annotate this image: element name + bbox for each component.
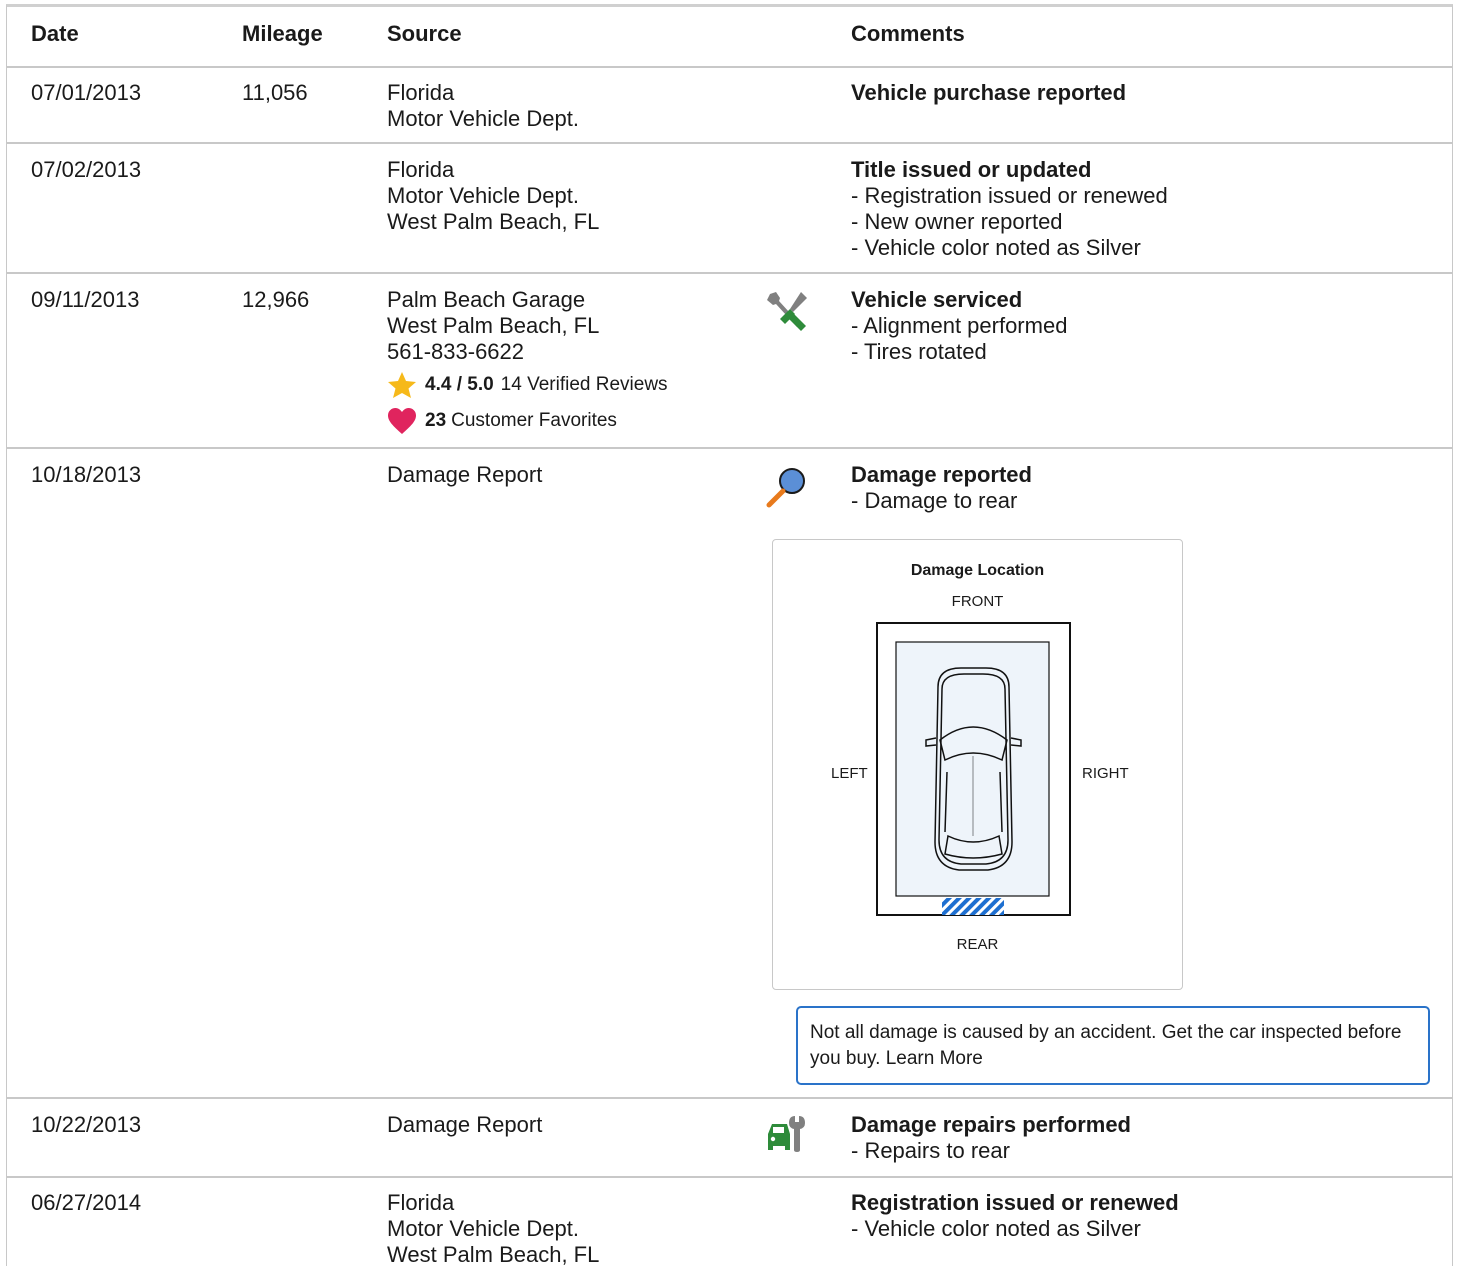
- row-date: 09/11/2013: [31, 287, 140, 312]
- favorites-count: 23: [425, 410, 447, 431]
- favorites-label: Customer Favorites: [451, 410, 617, 431]
- source-line: Damage Report: [387, 462, 543, 487]
- row-source: Florida Motor Vehicle Dept.: [387, 80, 579, 132]
- table-row: 06/27/2014 Florida Motor Vehicle Dept. W…: [7, 1178, 1452, 1278]
- wrench-screwdriver-icon: [765, 290, 809, 340]
- damage-rear-area: [942, 898, 1004, 915]
- row-mileage: 12,966: [242, 287, 310, 312]
- row-comments: Registration issued or renewed - Vehicle…: [851, 1190, 1179, 1242]
- damage-location-diagram: Damage Location FRONT REAR LEFT RIGHT: [772, 539, 1183, 990]
- row-source: Florida Motor Vehicle Dept. West Palm Be…: [387, 157, 599, 235]
- row-comments: Title issued or updated - Registration i…: [851, 157, 1168, 261]
- comment-title: Title issued or updated: [851, 157, 1092, 182]
- favorites-line[interactable]: 23 Customer Favorites: [387, 407, 668, 435]
- source-line: Florida: [387, 1190, 455, 1215]
- comment-item: - Registration issued or renewed: [851, 183, 1168, 208]
- car-repair-icon: [765, 1114, 809, 1160]
- comment-item: - Tires rotated: [851, 339, 987, 364]
- source-line: Damage Report: [387, 1112, 543, 1137]
- row-date: 07/01/2013: [31, 80, 142, 105]
- diagram-title: Damage Location: [910, 562, 1045, 579]
- comment-title: Vehicle purchase reported: [851, 80, 1127, 105]
- table-row: 09/11/2013 12,966 Palm Beach Garage West…: [7, 274, 1452, 449]
- comment-title: Registration issued or renewed: [851, 1190, 1179, 1215]
- table-row: 10/22/2013 Damage Report Damage repairs …: [7, 1099, 1452, 1178]
- comment-item: - Repairs to rear: [851, 1138, 1010, 1163]
- star-icon: [388, 372, 416, 398]
- row-source: Florida Motor Vehicle Dept. West Palm Be…: [387, 1190, 599, 1268]
- inspection-notice[interactable]: Not all damage is caused by an accident.…: [796, 1006, 1430, 1085]
- label-right: RIGHT: [1082, 765, 1129, 782]
- source-line: Motor Vehicle Dept.: [387, 183, 579, 208]
- row-comments: Vehicle serviced - Alignment performed -…: [851, 287, 1067, 365]
- header-date: Date: [31, 21, 79, 46]
- comment-item: - Alignment performed: [851, 313, 1068, 338]
- comment-item: - New owner reported: [851, 209, 1063, 234]
- source-line: 561-833-6622: [387, 339, 525, 364]
- table-header: Date Mileage Source Comments: [7, 7, 1452, 68]
- source-line: Motor Vehicle Dept.: [387, 106, 579, 131]
- comment-item: - Damage to rear: [851, 488, 1018, 513]
- source-line: Florida: [387, 80, 455, 105]
- header-comments: Comments: [851, 21, 965, 46]
- table-row: 10/18/2013 Damage Report Damage reported…: [7, 449, 1452, 1099]
- source-line: West Palm Beach, FL: [387, 313, 600, 338]
- vehicle-history-table: Date Mileage Source Comments 07/01/2013 …: [6, 4, 1453, 1267]
- comment-item: - Vehicle color noted as Silver: [851, 1216, 1141, 1241]
- row-comments: Damage reported - Damage to rear: [851, 462, 1032, 514]
- row-date: 10/18/2013: [31, 462, 142, 487]
- comment-item: - Vehicle color noted as Silver: [851, 235, 1141, 260]
- table-row: 07/02/2013 Florida Motor Vehicle Dept. W…: [7, 144, 1452, 274]
- header-source: Source: [387, 21, 462, 46]
- row-source: Damage Report: [387, 462, 542, 488]
- source-line: West Palm Beach, FL: [387, 1242, 600, 1267]
- heart-icon: [388, 408, 416, 434]
- label-left: LEFT: [831, 765, 868, 782]
- row-mileage: 11,056: [242, 80, 308, 105]
- reviews-link[interactable]: 14 Verified Reviews: [501, 373, 668, 397]
- row-date: 06/27/2014: [31, 1190, 142, 1215]
- rating-line[interactable]: 4.4 / 5.0 14 Verified Reviews: [387, 371, 668, 399]
- row-comments: Vehicle purchase reported: [851, 80, 1126, 106]
- label-front: FRONT: [951, 593, 1004, 610]
- row-date: 07/02/2013: [31, 157, 142, 182]
- source-line: Motor Vehicle Dept.: [387, 1216, 579, 1241]
- comment-title: Damage reported: [851, 462, 1032, 487]
- notice-text[interactable]: Not all damage is caused by an accident.…: [810, 1022, 1401, 1069]
- row-source: Damage Report: [387, 1112, 542, 1138]
- header-mileage: Mileage: [242, 21, 323, 46]
- source-line: West Palm Beach, FL: [387, 209, 600, 234]
- table-row: 07/01/2013 11,056 Florida Motor Vehicle …: [7, 68, 1452, 144]
- rating-value: 4.4 / 5.0: [425, 374, 494, 395]
- car-outline: [876, 622, 1071, 916]
- label-rear: REAR: [956, 936, 999, 953]
- source-line: Florida: [387, 157, 455, 182]
- row-date: 10/22/2013: [31, 1112, 142, 1137]
- comment-title: Damage repairs performed: [851, 1112, 1131, 1137]
- row-comments: Damage repairs performed - Repairs to re…: [851, 1112, 1131, 1164]
- row-source: Palm Beach Garage West Palm Beach, FL 56…: [387, 287, 668, 435]
- source-line: Palm Beach Garage: [387, 287, 586, 312]
- comment-title: Vehicle serviced: [851, 287, 1023, 312]
- magnifier-icon: [765, 465, 809, 515]
